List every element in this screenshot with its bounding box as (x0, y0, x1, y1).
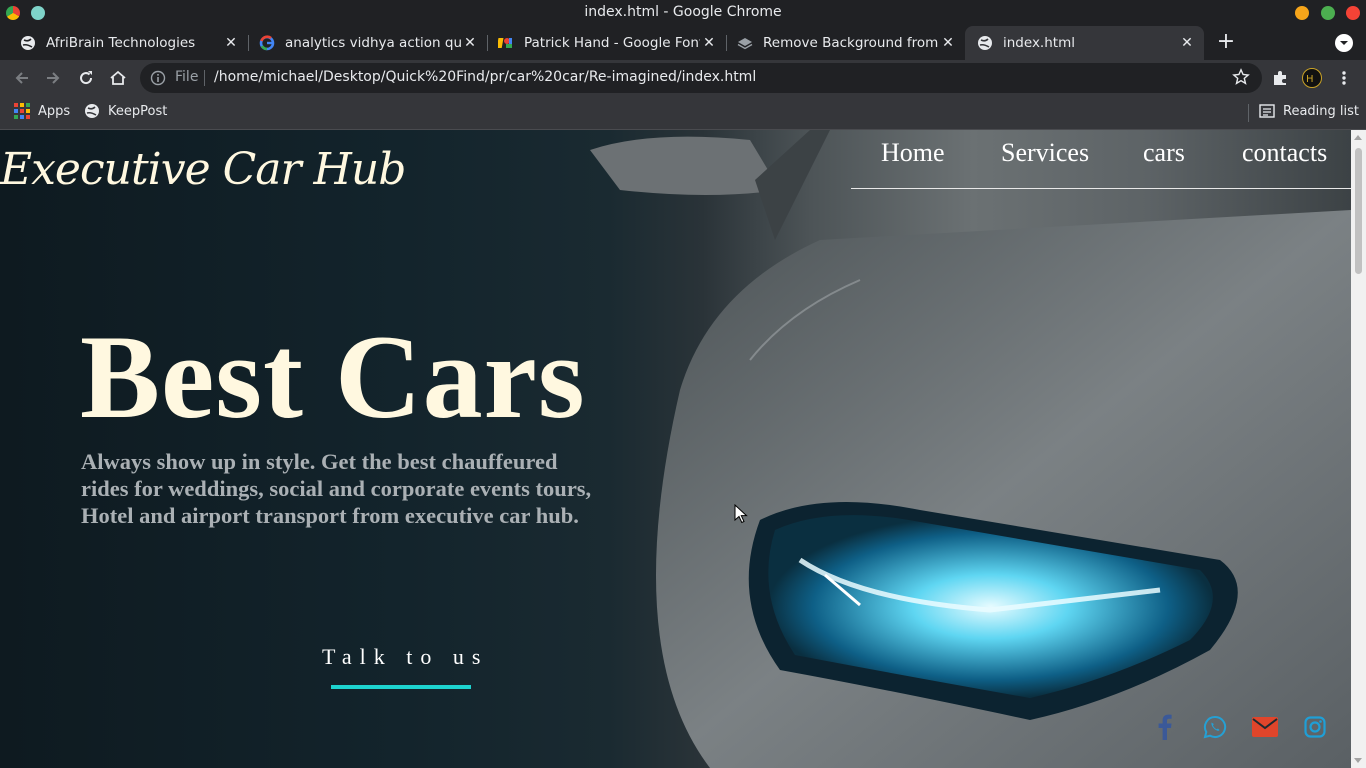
car-hero-image (590, 130, 1351, 768)
tab-index-html[interactable]: index.html ✕ (965, 26, 1204, 60)
scrollbar-thumb[interactable] (1355, 148, 1362, 274)
window-title: index.html - Google Chrome (584, 4, 782, 20)
nav-cars[interactable]: cars (1143, 138, 1185, 168)
bookmark-apps[interactable]: Apps (14, 103, 70, 119)
reading-list-button[interactable]: Reading list (1259, 103, 1359, 119)
tab-analytics-vidhya[interactable]: analytics vidhya action quote ✕ (249, 26, 487, 60)
chrome-menu-button[interactable] (1332, 66, 1356, 90)
tab-remove-background[interactable]: Remove Background from Im ✕ (727, 26, 965, 60)
back-button[interactable] (10, 66, 34, 90)
forward-button[interactable] (41, 66, 65, 90)
tab-label: analytics vidhya action quote (285, 35, 461, 51)
reload-icon (80, 71, 93, 85)
facebook-icon[interactable] (1152, 714, 1178, 740)
reading-list-icon (1259, 104, 1275, 118)
nav-contacts[interactable]: contacts (1242, 138, 1327, 168)
scroll-up-arrow-icon[interactable] (1354, 135, 1362, 140)
tab-label: index.html (1003, 35, 1075, 51)
page-scrollbar[interactable] (1351, 130, 1366, 768)
close-window-button[interactable] (1346, 6, 1360, 20)
hero-title: Best Cars (80, 310, 586, 443)
globe-icon (21, 36, 35, 50)
email-icon[interactable] (1252, 714, 1278, 740)
home-button[interactable] (106, 66, 130, 90)
home-icon (110, 70, 126, 85)
title-bar: index.html - Google Chrome (0, 0, 1366, 26)
google-icon (259, 35, 275, 51)
close-tab-icon[interactable]: ✕ (1178, 35, 1196, 51)
nav-services[interactable]: Services (1001, 138, 1089, 168)
tab-afribrain[interactable]: AfriBrain Technologies ✕ (0, 26, 248, 60)
whatsapp-icon[interactable] (1202, 714, 1228, 740)
bookmarks-divider (1248, 104, 1249, 122)
url-scheme-label: File (175, 69, 199, 85)
more-vertical-icon (1342, 71, 1346, 85)
google-fonts-icon (498, 38, 512, 48)
profile-avatar[interactable]: H (1302, 68, 1322, 88)
globe-icon (85, 104, 99, 118)
puzzle-icon (1274, 71, 1286, 85)
site-logo[interactable]: Executive Car Hub (0, 144, 406, 195)
arrow-right-icon (47, 72, 60, 84)
tab-label: Patrick Hand - Google Fonts (524, 35, 700, 51)
address-bar[interactable]: File /home/michael/Desktop/Quick%20Find/… (140, 63, 1262, 93)
bookmark-label: Reading list (1283, 103, 1359, 119)
tab-patrick-hand[interactable]: Patrick Hand - Google Fonts ✕ (488, 26, 726, 60)
hero-description: Always show up in style. Get the best ch… (81, 449, 592, 528)
close-tab-icon[interactable]: ✕ (461, 35, 479, 51)
close-tab-icon[interactable]: ✕ (700, 35, 718, 51)
mouse-cursor-icon (734, 504, 748, 524)
page-viewport: Executive Car Hub Home Services cars con… (0, 130, 1351, 768)
arrow-left-icon (15, 72, 28, 84)
maximize-button[interactable] (1321, 6, 1335, 20)
layers-icon (737, 38, 753, 50)
nav-home[interactable]: Home (881, 138, 945, 168)
browser-toolbar: File /home/michael/Desktop/Quick%20Find/… (0, 60, 1366, 96)
url-divider (204, 70, 205, 86)
apps-grid-icon (14, 103, 30, 119)
avatar-icon: H (1306, 74, 1314, 85)
tab-strip: AfriBrain Technologies ✕ analytics vidhy… (0, 26, 1366, 60)
tab-search-button[interactable] (1335, 34, 1353, 52)
bookmark-star-icon[interactable] (1232, 68, 1250, 86)
extensions-button[interactable] (1268, 66, 1292, 90)
instagram-icon[interactable] (1302, 714, 1328, 740)
globe-icon (978, 36, 992, 50)
minimize-button[interactable] (1295, 6, 1309, 20)
close-tab-icon[interactable]: ✕ (222, 35, 240, 51)
new-tab-button[interactable]: + (1214, 31, 1238, 55)
reload-button[interactable] (74, 66, 98, 90)
bookmark-label: KeepPost (108, 103, 168, 119)
cta-underline (331, 685, 471, 689)
url-text[interactable]: /home/michael/Desktop/Quick%20Find/pr/ca… (214, 69, 756, 85)
talk-to-us-button[interactable]: Talk to us (322, 644, 488, 670)
scroll-down-arrow-icon[interactable] (1354, 758, 1362, 763)
bookmarks-bar: Apps KeepPost Reading list (0, 96, 1366, 130)
close-tab-icon[interactable]: ✕ (939, 35, 957, 51)
bookmark-keeppost[interactable]: KeepPost (84, 103, 167, 119)
tab-label: AfriBrain Technologies (46, 35, 196, 51)
svg-text:H: H (1306, 74, 1314, 85)
chevron-down-icon (1340, 41, 1348, 45)
tab-label: Remove Background from Im (763, 35, 939, 51)
bookmark-label: Apps (38, 103, 71, 119)
info-icon[interactable] (150, 70, 166, 86)
site-nav: Home Services cars contacts (851, 130, 1351, 189)
